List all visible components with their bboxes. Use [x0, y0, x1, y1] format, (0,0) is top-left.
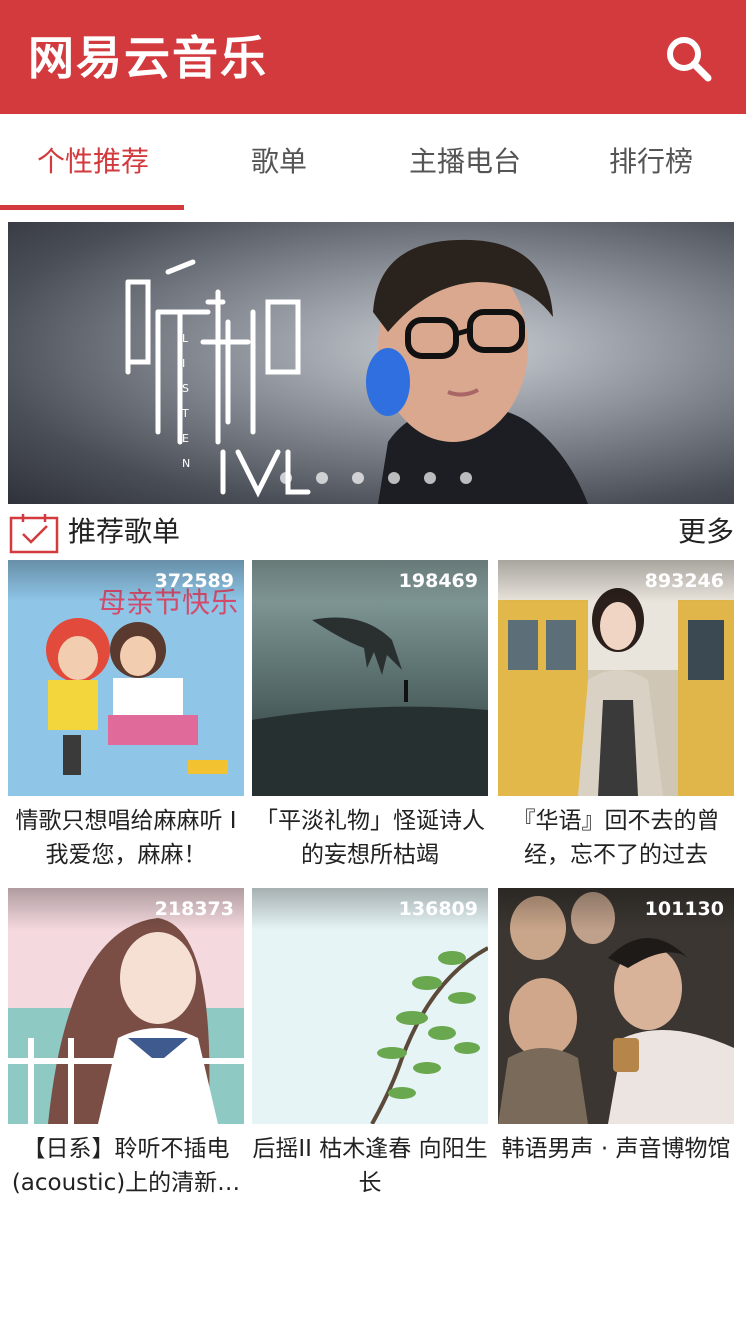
carousel-dot[interactable] [352, 472, 364, 484]
play-count: 198469 [252, 560, 488, 602]
section-title: 推荐歌单 [68, 515, 181, 548]
playlist-title: 情歌只想唱给麻麻听 I 我爱您，麻麻！ [15, 808, 237, 868]
svg-text:E: E [182, 432, 189, 445]
playlist-cover: 198469 [252, 560, 488, 796]
playlist-cover: 136809 [252, 888, 488, 1124]
tab-bar: 个性推荐 歌单 主播电台 排行榜 [0, 114, 746, 210]
play-count: 101130 [498, 888, 734, 930]
svg-text:N: N [182, 457, 190, 470]
tab-radio[interactable]: 主播电台 [372, 114, 558, 210]
playlist-title: 「平淡礼物」怪诞诗人的妄想所枯竭 [255, 808, 485, 868]
playlist-card[interactable]: 218373 【日系】聆听不插电(acoustic)上的清新… [8, 888, 244, 1202]
svg-text:T: T [181, 407, 189, 420]
more-link[interactable]: 更多 [678, 514, 734, 550]
playlist-card[interactable]: 101130 韩语男声 · 声音博物馆 [498, 888, 734, 1202]
playlist-card[interactable]: 198469 「平淡礼物」怪诞诗人的妄想所枯竭 [252, 560, 488, 874]
carousel-dot[interactable] [460, 472, 472, 484]
play-count: 136809 [252, 888, 488, 930]
banner-carousel[interactable]: LIS TEN [8, 222, 734, 504]
calendar-check-icon [9, 514, 59, 554]
svg-text:L: L [182, 332, 189, 345]
top-bar: 网易云音乐 [0, 0, 746, 114]
carousel-dot[interactable] [424, 472, 436, 484]
active-tab-indicator [0, 205, 184, 210]
playlist-cover: 218373 [8, 888, 244, 1124]
banner-image: LIS TEN [125, 239, 588, 504]
playlist-title: 后摇II 枯木逢春 向阳生长 [252, 1136, 488, 1196]
playlist-card[interactable]: 136809 后摇II 枯木逢春 向阳生长 [252, 888, 488, 1202]
playlist-cover: 893246 [498, 560, 734, 796]
tab-charts[interactable]: 排行榜 [558, 114, 744, 210]
playlist-title: 『华语』回不去的曾经，忘不了的过去 [512, 808, 720, 868]
carousel-dot[interactable] [280, 472, 292, 484]
play-count: 893246 [498, 560, 734, 602]
playlist-cover: 母亲节快乐 372589 [8, 560, 244, 796]
playlist-card[interactable]: 母亲节快乐 372589 情歌只想唱给麻麻听 I 我爱您，麻麻！ [8, 560, 244, 874]
play-count: 372589 [8, 560, 244, 602]
tab-recommend[interactable]: 个性推荐 [0, 114, 186, 210]
search-button[interactable] [662, 32, 718, 88]
playlist-title: 【日系】聆听不插电(acoustic)上的清新… [11, 1136, 241, 1196]
svg-text:I: I [182, 357, 185, 370]
playlist-title: 韩语男声 · 声音博物馆 [501, 1136, 731, 1162]
playlist-cover: 101130 [498, 888, 734, 1124]
tab-playlists[interactable]: 歌单 [186, 114, 372, 210]
app-title: 网易云音乐 [28, 31, 268, 85]
search-icon [667, 37, 712, 82]
carousel-dot[interactable] [388, 472, 400, 484]
play-count: 218373 [8, 888, 244, 930]
playlist-card[interactable]: 893246 『华语』回不去的曾经，忘不了的过去 [498, 560, 734, 874]
carousel-dot[interactable] [316, 472, 328, 484]
svg-text:S: S [182, 382, 189, 395]
recommended-playlists-header: 推荐歌单 更多 [0, 504, 746, 560]
